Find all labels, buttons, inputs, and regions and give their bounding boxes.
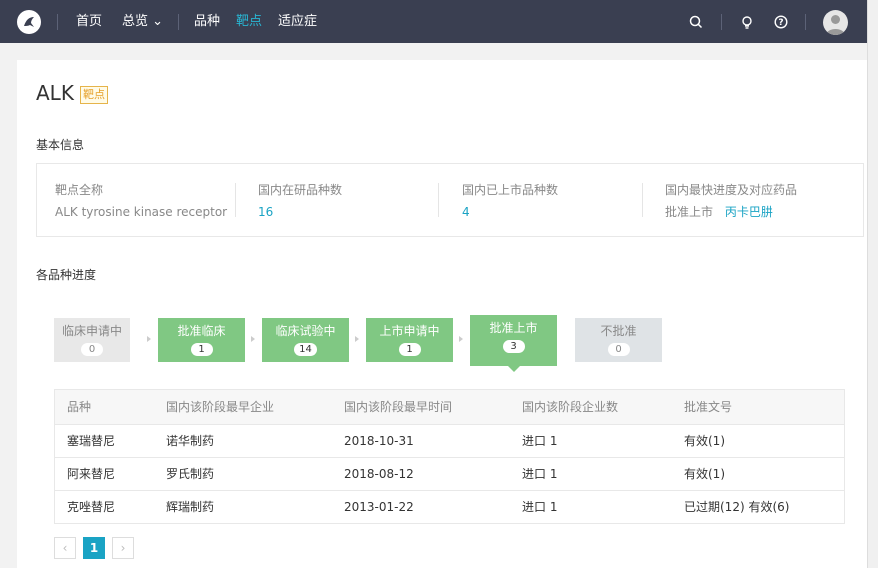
nav-item-drugs[interactable]: 品种	[194, 14, 220, 30]
scrollbar[interactable]	[867, 0, 878, 568]
info-target-name: 靶点全称 ALK tyrosine kinase receptor	[55, 182, 227, 220]
arrow-icon	[459, 336, 463, 342]
stage-clinical-application[interactable]: 临床申请中 0	[54, 318, 130, 362]
arrow-icon	[251, 336, 255, 342]
drug-link[interactable]: 丙卡巴肼	[725, 205, 773, 219]
svg-text:?: ?	[778, 18, 783, 28]
table-row: 阿来替尼 罗氏制药 2018-08-12 进口 1 有效(1)	[55, 457, 844, 490]
stage-count: 14	[294, 343, 317, 356]
main-card: ALK 靶点 基本信息 靶点全称 ALK tyrosine kinase rec…	[17, 60, 867, 568]
table-cell: 罗氏制药	[166, 467, 215, 481]
stage-count: 0	[81, 343, 103, 356]
next-page-button[interactable]: ›	[112, 537, 134, 559]
top-navbar: 首页 总览 ⌄ 品种 靶点 适应症 ?	[0, 0, 867, 43]
stage-count: 1	[190, 343, 213, 356]
info-value-link[interactable]: 4	[462, 204, 558, 220]
table-cell: 2018-08-12	[344, 467, 414, 481]
drug-table: 品种 国内该阶段最早企业 国内该阶段最早时间 国内该阶段企业数 批准文号 塞瑞替…	[54, 389, 845, 524]
stage-label: 临床申请中	[61, 324, 122, 338]
table-row: 克唑替尼 辉瑞制药 2013-01-22 进口 1 已过期(12) 有效(6)	[55, 490, 844, 523]
info-label: 国内已上市品种数	[462, 183, 559, 197]
nav-divider	[57, 14, 58, 30]
page-button-current[interactable]: 1	[83, 537, 105, 559]
progress-status: 批准上市	[665, 205, 714, 219]
nav-divider	[178, 14, 179, 30]
column-header: 国内该阶段最早企业	[166, 400, 275, 414]
stage-count: 3	[502, 340, 525, 353]
drug-link[interactable]: 克唑替尼	[67, 491, 115, 524]
stage-count: 1	[398, 343, 421, 356]
info-domestic-research: 国内在研品种数 16	[258, 182, 342, 220]
nav-item-overview[interactable]: 总览 ⌄	[122, 14, 163, 30]
info-label: 国内在研品种数	[258, 183, 343, 197]
table-cell: 2013-01-22	[344, 500, 414, 514]
stage-label: 批准上市	[489, 321, 538, 335]
info-fastest-progress: 国内最快进度及对应药品 批准上市 丙卡巴肼	[665, 182, 797, 220]
divider	[438, 183, 439, 217]
stage-clinical-approved[interactable]: 批准临床 1	[158, 318, 245, 362]
nav-divider	[721, 14, 722, 30]
active-stage-pointer	[508, 366, 520, 372]
table-cell: 进口 1	[522, 467, 558, 481]
stage-label: 上市申请中	[379, 324, 440, 338]
info-value: ALK tyrosine kinase receptor	[55, 205, 228, 219]
stage-label: 临床试验中	[275, 324, 336, 338]
stage-clinical-trial[interactable]: 临床试验中 14	[262, 318, 349, 362]
basic-info-heading: 基本信息	[36, 138, 85, 152]
basic-info-box: 靶点全称 ALK tyrosine kinase receptor 国内在研品种…	[36, 163, 864, 237]
search-icon[interactable]	[688, 14, 704, 30]
stage-count: 0	[607, 343, 630, 356]
avatar-icon[interactable]	[823, 10, 848, 35]
approval-link[interactable]: 有效(1)	[684, 425, 725, 458]
drug-link[interactable]: 阿来替尼	[67, 458, 115, 491]
column-header: 国内该阶段企业数	[522, 400, 619, 414]
help-icon[interactable]: ?	[773, 14, 789, 30]
arrow-icon	[147, 336, 151, 342]
table-cell: 诺华制药	[166, 434, 215, 448]
info-label: 国内最快进度及对应药品	[665, 183, 798, 197]
progress-heading: 各品种进度	[36, 268, 97, 282]
stage-label: 批准临床	[177, 324, 226, 338]
table-cell: 进口 1	[522, 500, 558, 514]
info-domestic-marketed: 国内已上市品种数 4	[462, 182, 558, 220]
stage-market-approved[interactable]: 批准上市 3	[470, 315, 557, 366]
info-value-link[interactable]: 16	[258, 204, 342, 220]
nav-item-home[interactable]: 首页	[76, 14, 102, 30]
lightbulb-icon[interactable]	[739, 14, 755, 30]
stage-market-application[interactable]: 上市申请中 1	[366, 318, 453, 362]
arrow-icon	[355, 336, 359, 342]
target-tag: 靶点	[80, 86, 108, 104]
table-cell: 进口 1	[522, 434, 558, 448]
column-header: 品种	[67, 400, 92, 414]
drug-link[interactable]: 塞瑞替尼	[67, 425, 115, 458]
column-header: 批准文号	[684, 400, 733, 414]
prev-page-button[interactable]: ‹	[54, 537, 76, 559]
divider	[642, 183, 643, 217]
table-cell: 2018-10-31	[344, 434, 414, 448]
nav-item-indications[interactable]: 适应症	[278, 14, 317, 30]
info-label: 靶点全称	[55, 183, 104, 197]
table-header: 品种 国内该阶段最早企业 国内该阶段最早时间 国内该阶段企业数 批准文号	[55, 390, 844, 424]
page-title: ALK	[36, 81, 74, 105]
stage-label: 不批准	[600, 324, 637, 338]
table-cell: 辉瑞制药	[166, 500, 215, 514]
approval-link[interactable]: 有效(1)	[684, 458, 725, 491]
stage-rejected[interactable]: 不批准 0	[575, 318, 662, 362]
nav-divider	[805, 14, 806, 30]
info-value: 批准上市 丙卡巴肼	[665, 204, 797, 220]
table-row: 塞瑞替尼 诺华制药 2018-10-31 进口 1 有效(1)	[55, 424, 844, 457]
nav-item-targets[interactable]: 靶点	[236, 14, 262, 30]
logo-icon[interactable]	[17, 10, 41, 34]
column-header: 国内该阶段最早时间	[344, 400, 453, 414]
divider	[235, 183, 236, 217]
approval-link[interactable]: 已过期(12) 有效(6)	[684, 491, 789, 524]
